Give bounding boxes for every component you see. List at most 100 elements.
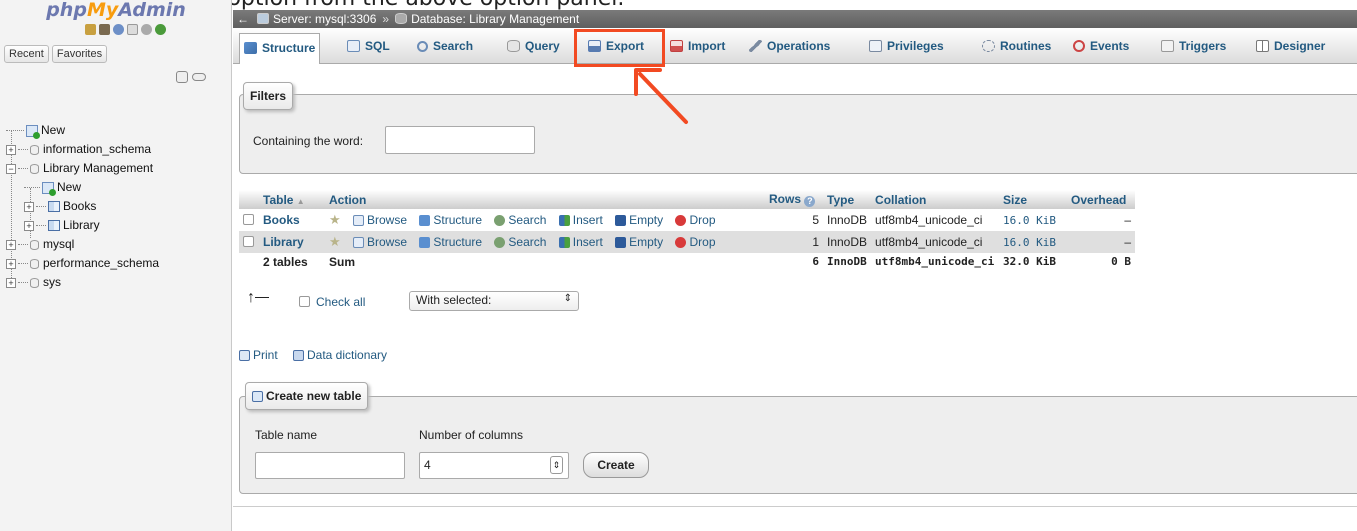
settings-icon[interactable] (141, 24, 152, 35)
tab-query[interactable]: Query (503, 34, 564, 59)
summary-collation: utf8mb4_unicode_ci (871, 253, 1000, 270)
tab-events[interactable]: Events (1069, 34, 1133, 59)
data-dictionary-link[interactable]: Data dictionary (293, 348, 387, 362)
tab-operations[interactable]: Operations (745, 34, 834, 59)
tables-list: Table ▲ Action Rows ? Type Collation Siz… (239, 190, 1136, 270)
search-link[interactable]: Search (508, 235, 546, 249)
drop-link[interactable]: Drop (689, 213, 715, 227)
phpmyadmin-logo[interactable]: phpMyAdmin (0, 0, 232, 22)
expand-icon[interactable]: + (6, 277, 16, 288)
tab-sql[interactable]: SQL (343, 34, 394, 59)
table-name-link[interactable]: Library (259, 231, 325, 253)
insert-link[interactable]: Insert (573, 235, 603, 249)
col-collation[interactable]: Collation (871, 190, 1000, 209)
tab-structure[interactable]: Structure (239, 33, 321, 64)
row-size[interactable]: 16.0 KiB (999, 231, 1068, 253)
table-name-link[interactable]: Books (259, 209, 325, 231)
tree-item-library-management[interactable]: − Library Management (6, 159, 159, 178)
check-all-control[interactable]: Check all (299, 295, 365, 309)
tab-routines[interactable]: Routines (978, 34, 1055, 59)
col-type[interactable]: Type (823, 190, 872, 209)
summary-overhead: 0 B (1067, 253, 1136, 270)
back-arrow-icon[interactable]: ← (237, 12, 249, 26)
expand-icon[interactable]: + (6, 239, 16, 250)
tree-item-books[interactable]: + Books (6, 197, 159, 216)
tree-item-information-schema[interactable]: + information_schema (6, 140, 159, 159)
table-name-input[interactable] (255, 452, 405, 479)
logout-icon[interactable] (99, 24, 110, 35)
expand-icon[interactable]: + (24, 201, 34, 212)
tree-item-new[interactable]: New (6, 121, 159, 140)
columns-input[interactable]: 4 ⇕ (419, 452, 569, 479)
favorite-star-icon[interactable]: ★ (329, 234, 341, 249)
home-icon[interactable] (85, 24, 96, 35)
collapse-icon[interactable]: − (6, 163, 16, 174)
row-checkbox[interactable] (243, 236, 254, 247)
row-overhead: – (1067, 209, 1136, 231)
recent-tab[interactable]: Recent (4, 45, 49, 63)
table-icon (48, 201, 60, 213)
import-icon (670, 40, 683, 52)
database-icon (30, 239, 39, 250)
structure-link[interactable]: Structure (433, 235, 482, 249)
tab-search[interactable]: Search (413, 34, 477, 59)
search-link[interactable]: Search (508, 213, 546, 227)
content-divider (233, 506, 1357, 507)
designer-icon (1256, 40, 1269, 52)
favorite-star-icon[interactable]: ★ (329, 212, 341, 227)
filters-legend: Filters (243, 82, 294, 110)
row-checkbox[interactable] (243, 214, 254, 225)
wrench-icon (749, 40, 762, 52)
filter-input[interactable] (385, 126, 535, 154)
row-type: InnoDB (823, 231, 872, 253)
breadcrumb-database[interactable]: Database: Library Management (411, 12, 579, 26)
tree-item-new-table[interactable]: New (6, 178, 159, 197)
tab-triggers[interactable]: Triggers (1157, 34, 1230, 59)
structure-link[interactable]: Structure (433, 213, 482, 227)
tree-item-library[interactable]: + Library (6, 216, 159, 235)
col-table[interactable]: Table ▲ (259, 190, 325, 209)
print-link[interactable]: Print (239, 348, 278, 362)
tree-item-sys[interactable]: + sys (6, 273, 159, 292)
tree-item-mysql[interactable]: + mysql (6, 235, 159, 254)
routines-icon (982, 40, 995, 52)
database-icon (30, 258, 39, 269)
query-icon (507, 40, 520, 52)
nav-icon-bar (85, 24, 166, 38)
tab-import[interactable]: Import (666, 34, 729, 59)
browse-link[interactable]: Browse (367, 213, 407, 227)
check-all-checkbox[interactable] (299, 296, 310, 307)
with-selected-select[interactable]: With selected: ⇕ (409, 291, 579, 311)
collapse-all-icon[interactable] (176, 71, 188, 83)
col-rows[interactable]: Rows ? (765, 190, 823, 209)
empty-icon (615, 237, 627, 248)
tab-designer[interactable]: Designer (1252, 34, 1329, 59)
help-icon[interactable]: ? (804, 196, 816, 207)
dictionary-icon (293, 350, 304, 361)
row-size[interactable]: 16.0 KiB (999, 209, 1068, 231)
create-button[interactable]: Create (583, 452, 649, 478)
search-icon (494, 237, 506, 248)
favorites-tab[interactable]: Favorites (51, 45, 108, 63)
empty-link[interactable]: Empty (629, 213, 663, 227)
expand-icon[interactable]: + (6, 258, 16, 269)
browse-link[interactable]: Browse (367, 235, 407, 249)
empty-link[interactable]: Empty (629, 235, 663, 249)
reload-icon[interactable] (155, 24, 166, 35)
browse-icon (353, 237, 364, 248)
stepper-icon[interactable]: ⇕ (550, 456, 563, 474)
tab-privileges[interactable]: Privileges (865, 34, 948, 59)
insert-link[interactable]: Insert (573, 213, 603, 227)
expand-icon[interactable]: + (24, 220, 34, 231)
expand-icon[interactable]: + (6, 144, 16, 155)
breadcrumb-server[interactable]: Server: mysql:3306 (273, 12, 376, 26)
check-all-label[interactable]: Check all (316, 295, 365, 309)
link-with-main-icon[interactable] (192, 73, 206, 81)
tree-item-performance-schema[interactable]: + performance_schema (6, 254, 159, 273)
drop-link[interactable]: Drop (689, 235, 715, 249)
col-size[interactable]: Size (999, 190, 1068, 209)
col-overhead[interactable]: Overhead (1067, 190, 1136, 209)
table-row: Books ★ Browse Structure Search Insert E… (239, 209, 1136, 231)
help-icon[interactable] (113, 24, 124, 35)
docs-icon[interactable] (127, 24, 138, 35)
